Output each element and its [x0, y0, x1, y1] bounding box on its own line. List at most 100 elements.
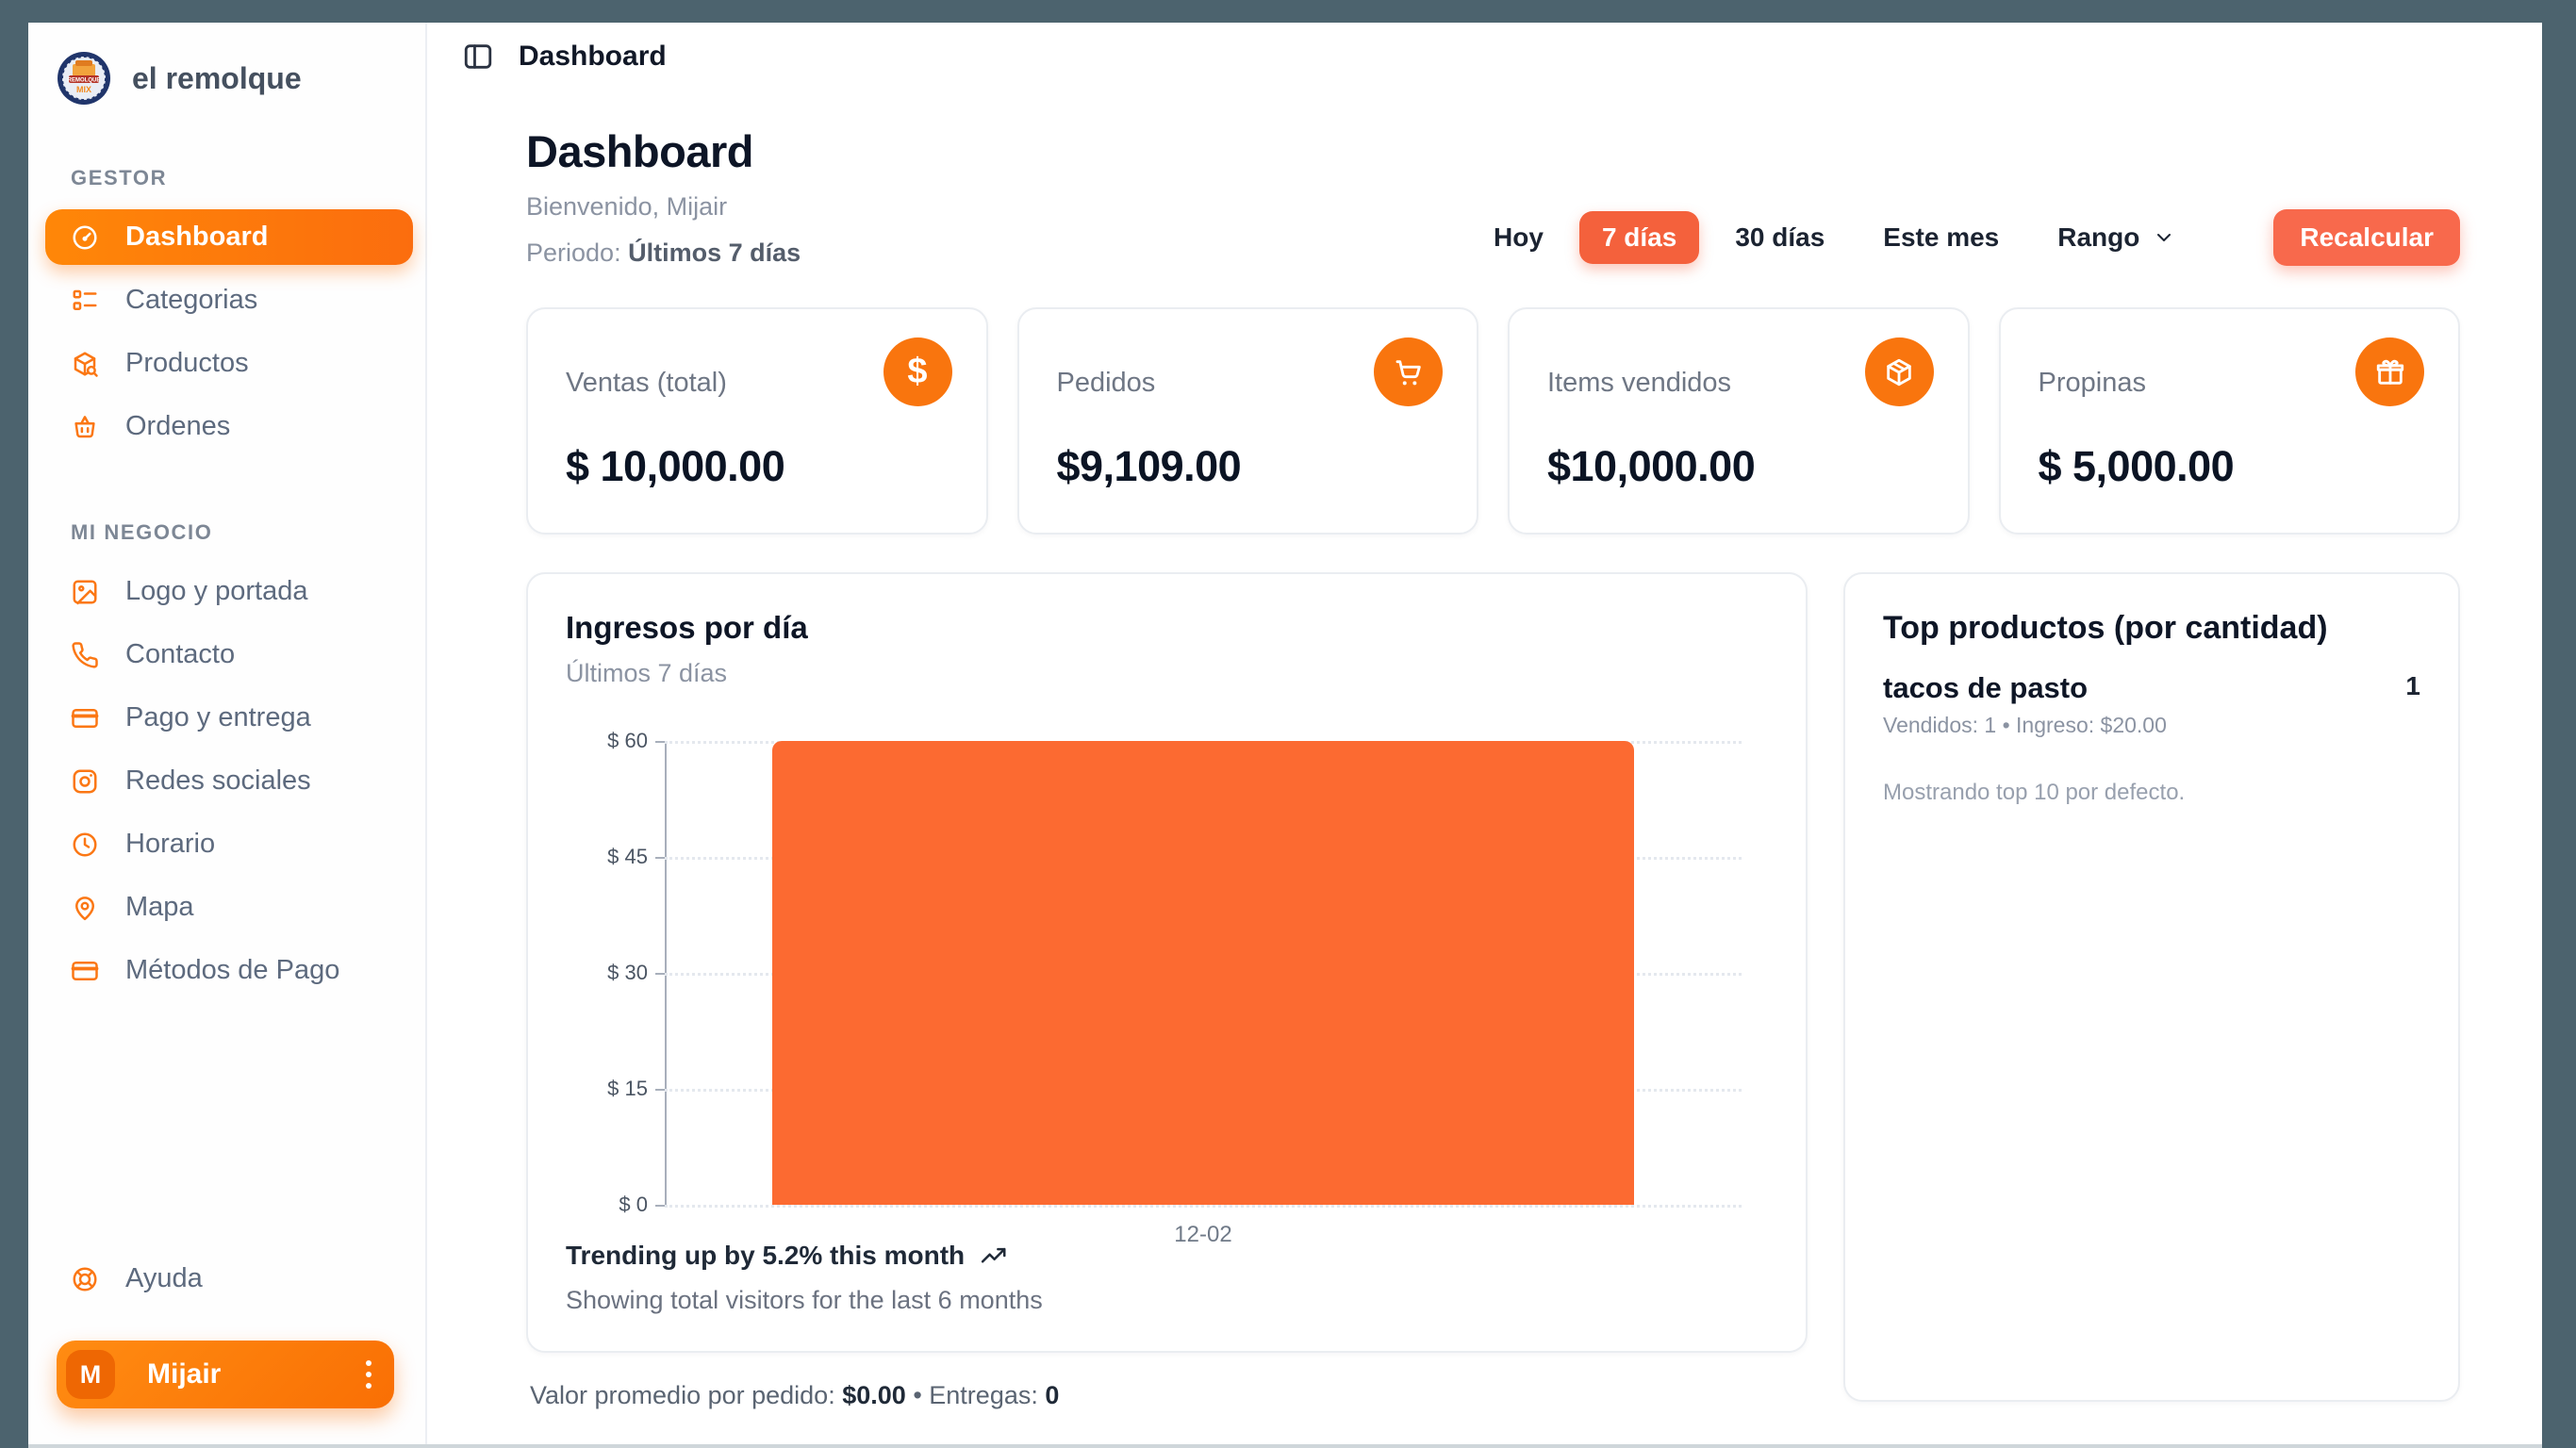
sidebar-item-label: Redes sociales: [125, 765, 311, 797]
y-axis-tick-label: $ 30: [607, 961, 648, 985]
chart-footer: Trending up by 5.2% this month Showing t…: [566, 1241, 1768, 1315]
sidebar-item-label: Contacto: [125, 639, 235, 670]
chart-card: Ingresos por día Últimos 7 días $ 60$ 45…: [526, 572, 1808, 1353]
panel-left-icon[interactable]: [462, 41, 494, 73]
page-header: Dashboard Bienvenido, Mijair Periodo: Úl…: [526, 125, 2460, 268]
deliveries-label: Entregas:: [929, 1381, 1038, 1409]
sidebar-item-label: Productos: [125, 348, 249, 379]
trending-up-icon: [980, 1242, 1008, 1270]
filter-30-dias[interactable]: 30 días: [1712, 211, 1847, 264]
sidebar-item-pago-y-entrega[interactable]: Pago y entrega: [45, 690, 413, 746]
stat-card-pedidos: Pedidos $9,109.00: [1017, 307, 1479, 535]
gridline: [665, 1205, 1742, 1208]
sidebar-item-label: Horario: [125, 829, 215, 860]
bar-chart: $ 60$ 45$ 30$ 15$ 0 12-02: [566, 741, 1768, 1205]
map-pin-icon: [71, 894, 99, 922]
period-label: Periodo:: [526, 239, 621, 267]
topbar: Dashboard: [427, 23, 2542, 90]
avg-order-label: Valor promedio por pedido:: [530, 1381, 835, 1409]
user-menu-button[interactable]: M Mijair: [57, 1341, 394, 1408]
dollar-icon: $: [883, 337, 952, 406]
period-filters: Hoy 7 días 30 días Este mes Rango Recalc…: [1471, 209, 2460, 268]
gauge-icon: [71, 223, 99, 252]
sidebar-item-ordenes[interactable]: Ordenes: [45, 399, 413, 454]
chart-bar: [772, 741, 1634, 1205]
sidebar-item-horario[interactable]: Horario: [45, 816, 413, 872]
stat-value: $ 10,000.00: [566, 442, 949, 491]
product-quantity: 1: [2405, 671, 2420, 701]
stat-card-ventas: Ventas (total) $ 10,000.00 $: [526, 307, 988, 535]
x-axis-tick-label: 12-02: [1174, 1222, 1231, 1248]
phone-icon: [71, 641, 99, 669]
period-text: Periodo: Últimos 7 días: [526, 239, 801, 268]
kebab-menu-icon[interactable]: [366, 1360, 372, 1389]
sidebar-item-mapa[interactable]: Mapa: [45, 880, 413, 935]
y-axis-tick-label: $ 0: [619, 1193, 648, 1217]
sidebar-item-label: Categorias: [125, 285, 257, 316]
dashboard-grid: Ingresos por día Últimos 7 días $ 60$ 45…: [526, 572, 2460, 1410]
stat-value: $9,109.00: [1057, 442, 1440, 491]
main-area: Dashboard Dashboard Bienvenido, Mijair P…: [427, 23, 2542, 1444]
y-axis-tick-label: $ 60: [607, 729, 648, 753]
separator-dot: •: [913, 1381, 921, 1409]
sidebar-section-gestor: GESTOR: [71, 166, 408, 190]
sidebar-item-ayuda[interactable]: Ayuda: [45, 1251, 413, 1307]
app-window: REMOLQUE MIX el remolque GESTOR Dashboar…: [28, 23, 2542, 1448]
top-products-title: Top productos (por cantidad): [1883, 610, 2420, 647]
filter-rango[interactable]: Rango: [2035, 211, 2198, 264]
sidebar-item-label: Ordenes: [125, 411, 230, 442]
deliveries-value: 0: [1045, 1381, 1059, 1409]
content: Dashboard Bienvenido, Mijair Periodo: Úl…: [427, 90, 2542, 1444]
y-axis-tick: [655, 1205, 665, 1207]
sidebar-item-redes-sociales[interactable]: Redes sociales: [45, 753, 413, 809]
period-value: Últimos 7 días: [628, 239, 801, 267]
package-icon: [1865, 337, 1934, 406]
chart-subtitle: Últimos 7 días: [566, 659, 1768, 688]
stat-value: $ 5,000.00: [2039, 442, 2421, 491]
brand-logo-icon: REMOLQUE MIX: [57, 51, 111, 106]
avatar: M: [66, 1350, 115, 1399]
svg-text:MIX: MIX: [76, 85, 91, 94]
sidebar-item-label: Dashboard: [125, 222, 268, 253]
recalculate-button[interactable]: Recalcular: [2273, 209, 2460, 266]
y-axis-tick: [655, 857, 665, 859]
chevron-down-icon: [2153, 226, 2175, 249]
sidebar-item-contacto[interactable]: Contacto: [45, 627, 413, 683]
sidebar-item-productos[interactable]: Productos: [45, 336, 413, 391]
stat-card-items-vendidos: Items vendidos $10,000.00: [1508, 307, 1970, 535]
credit-card-icon: [71, 957, 99, 985]
y-axis-tick: [655, 1089, 665, 1091]
top-products-card: Top productos (por cantidad) tacos de pa…: [1843, 572, 2460, 1402]
life-buoy-icon: [71, 1265, 99, 1293]
brand-name: el remolque: [132, 61, 302, 96]
top-products-footnote: Mostrando top 10 por defecto.: [1883, 780, 2420, 806]
package-search-icon: [71, 350, 99, 378]
credit-card-icon: [71, 704, 99, 732]
filter-este-mes[interactable]: Este mes: [1860, 211, 2022, 264]
sidebar-item-label: Logo y portada: [125, 576, 307, 607]
image-icon: [71, 578, 99, 606]
chart-y-labels: $ 60$ 45$ 30$ 15$ 0: [566, 741, 665, 1205]
basket-icon: [71, 413, 99, 441]
sidebar-item-logo-y-portada[interactable]: Logo y portada: [45, 564, 413, 619]
categories-icon: [71, 287, 99, 315]
y-axis-tick: [655, 973, 665, 975]
filter-7-dias[interactable]: 7 días: [1579, 211, 1699, 264]
cart-icon: [1374, 337, 1443, 406]
sidebar-item-dashboard[interactable]: Dashboard: [45, 209, 413, 265]
clock-icon: [71, 831, 99, 859]
filter-hoy[interactable]: Hoy: [1471, 211, 1566, 264]
sidebar-item-label: Métodos de Pago: [125, 955, 339, 986]
stats-row: Ventas (total) $ 10,000.00 $ Pedidos $9,…: [526, 307, 2460, 535]
avg-order-value: $0.00: [842, 1381, 906, 1409]
sidebar-item-metodos-de-pago[interactable]: Métodos de Pago: [45, 943, 413, 998]
product-meta: Vendidos: 1 • Ingreso: $20.00: [1883, 713, 2420, 738]
sidebar-item-label: Pago y entrega: [125, 702, 311, 733]
chart-title: Ingresos por día: [566, 610, 1768, 646]
y-axis-tick-label: $ 15: [607, 1077, 648, 1101]
sidebar-item-categorias[interactable]: Categorias: [45, 272, 413, 328]
stat-card-propinas: Propinas $ 5,000.00: [1999, 307, 2461, 535]
topbar-title: Dashboard: [519, 41, 667, 73]
product-name: tacos de pasto: [1883, 671, 2088, 705]
page-title: Dashboard: [526, 125, 801, 177]
